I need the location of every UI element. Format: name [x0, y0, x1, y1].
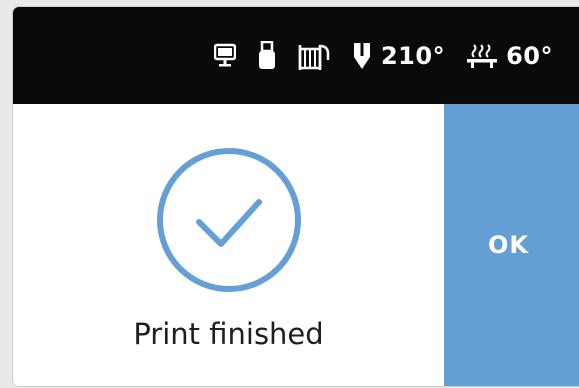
nozzle-icon	[351, 41, 373, 71]
checkmark-circle-icon	[155, 146, 303, 298]
dialog-content: Print finished	[13, 104, 444, 386]
nozzle-temperature: 210°	[351, 41, 445, 71]
printer-screen: 210° 60° Print finished OK	[13, 7, 579, 386]
status-bar: 210° 60°	[13, 7, 579, 104]
filament-spool-icon	[298, 40, 330, 72]
monitor-icon	[213, 42, 236, 70]
bed-temperature-value: 60°	[506, 42, 553, 70]
heated-bed-icon	[466, 42, 498, 70]
usb-drive-icon	[257, 41, 277, 71]
nozzle-temperature-value: 210°	[380, 42, 446, 70]
dialog-message: Print finished	[133, 317, 324, 351]
bed-temperature: 60°	[466, 42, 553, 70]
status-icons: 210° 60°	[193, 36, 553, 76]
ok-button[interactable]: OK	[444, 104, 579, 386]
